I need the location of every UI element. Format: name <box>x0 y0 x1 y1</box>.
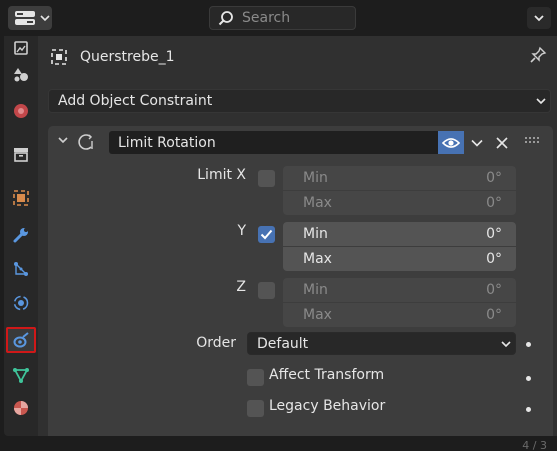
constraint-name-field[interactable]: Limit Rotation <box>109 131 438 154</box>
physics-icon <box>13 295 29 311</box>
order-value: Default <box>257 335 309 352</box>
min-label: Min <box>303 170 328 186</box>
legacy-behavior-label: Legacy Behavior <box>269 398 386 414</box>
chevron-down-icon <box>534 15 544 22</box>
affect-transform-checkbox[interactable] <box>247 369 264 386</box>
tab-object-data[interactable] <box>6 362 36 388</box>
object-name-row: Querstrebe_1 <box>50 45 175 69</box>
add-constraint-label: Add Object Constraint <box>58 93 213 109</box>
limit-y-max-field[interactable]: Max 0° <box>283 247 516 271</box>
scene-props-icon <box>14 68 28 82</box>
max-label: Max <box>303 251 332 267</box>
object-constraint-icon <box>13 332 29 348</box>
limit-z-min-field[interactable]: Min 0° <box>283 278 516 302</box>
object-name: Querstrebe_1 <box>80 49 175 65</box>
toggle-enabled-button[interactable] <box>438 131 464 154</box>
editor-type-button[interactable] <box>8 6 52 30</box>
affect-transform-label: Affect Transform <box>269 367 385 383</box>
search-input[interactable]: Search <box>209 6 356 30</box>
limit-z-checkbox[interactable] <box>258 282 275 299</box>
max-value: 0° <box>486 307 502 323</box>
checkmark-icon <box>260 229 273 240</box>
max-value: 0° <box>486 251 502 267</box>
min-label: Min <box>303 282 328 298</box>
min-value: 0° <box>486 170 502 186</box>
add-object-constraint-dropdown[interactable]: Add Object Constraint <box>48 89 551 113</box>
keyframe-dot-icon[interactable] <box>526 407 531 412</box>
eye-icon <box>442 137 460 148</box>
limit-rotation-type-icon <box>78 134 93 150</box>
delete-constraint-button[interactable] <box>492 131 512 154</box>
world-icon <box>14 104 28 118</box>
keyframe-dot-icon[interactable] <box>526 342 531 347</box>
limit-y-min-field[interactable]: Min 0° <box>283 222 516 246</box>
order-label: Order <box>196 335 236 351</box>
corner-indicator: 4 / 3 <box>522 439 547 451</box>
order-dropdown[interactable]: Default <box>247 332 516 355</box>
max-label: Max <box>303 195 332 211</box>
material-icon <box>14 401 28 415</box>
tab-collection[interactable] <box>6 141 36 167</box>
pin-button[interactable] <box>529 46 547 68</box>
limit-rotation-panel: Limit Rotation Limit X Min 0° Max 0° Y M… <box>48 126 553 436</box>
options-menu-button[interactable] <box>527 7 551 29</box>
pin-icon <box>530 46 547 63</box>
limit-x-min-field[interactable]: Min 0° <box>283 166 516 190</box>
min-value: 0° <box>486 282 502 298</box>
min-value: 0° <box>486 226 502 242</box>
legacy-behavior-checkbox[interactable] <box>247 400 264 417</box>
tab-scene[interactable] <box>6 61 36 87</box>
limit-x-checkbox[interactable] <box>258 170 275 187</box>
constraint-name: Limit Rotation <box>118 134 216 151</box>
close-icon <box>496 136 508 149</box>
tab-modifiers[interactable] <box>6 222 36 248</box>
collection-icon <box>14 148 28 162</box>
search-placeholder: Search <box>242 10 291 26</box>
tab-object[interactable] <box>6 185 36 211</box>
object-data-icon <box>13 368 29 383</box>
limit-z-label: Z <box>236 279 246 295</box>
chevron-down-icon <box>536 98 546 105</box>
max-value: 0° <box>486 195 502 211</box>
min-label: Min <box>303 226 328 242</box>
object-icon <box>51 49 67 65</box>
properties-tab-bar <box>4 36 38 436</box>
limit-z-max-field[interactable]: Max 0° <box>283 303 516 327</box>
tab-physics[interactable] <box>6 290 36 316</box>
tab-render[interactable] <box>6 36 36 62</box>
modifier-wrench-icon <box>13 228 28 243</box>
max-label: Max <box>303 307 332 323</box>
keyframe-dot-icon[interactable] <box>526 376 531 381</box>
limit-y-label: Y <box>237 223 246 239</box>
collapse-chevron-icon[interactable] <box>57 134 69 146</box>
tab-object-constraints[interactable] <box>6 327 36 353</box>
render-icon <box>14 41 28 55</box>
tab-particles[interactable] <box>6 256 36 282</box>
tab-material[interactable] <box>6 395 36 421</box>
chevron-down-icon <box>471 139 483 147</box>
properties-editor-icon <box>15 11 35 25</box>
properties-area: Querstrebe_1 Add Object Constraint Limit… <box>38 36 557 436</box>
chevron-down-icon <box>501 340 511 347</box>
bottom-strip <box>0 436 557 451</box>
limit-x-label: Limit X <box>197 167 246 183</box>
constraint-menu-button[interactable] <box>466 131 488 154</box>
top-header: Search <box>0 0 557 36</box>
object-icon <box>13 190 29 206</box>
drag-grip-icon[interactable] <box>525 136 541 144</box>
particles-icon <box>14 262 28 276</box>
limit-x-max-field[interactable]: Max 0° <box>283 191 516 215</box>
limit-y-checkbox[interactable] <box>258 226 275 243</box>
tab-world[interactable] <box>6 98 36 124</box>
chevron-down-icon <box>40 15 50 22</box>
search-icon <box>218 11 233 26</box>
